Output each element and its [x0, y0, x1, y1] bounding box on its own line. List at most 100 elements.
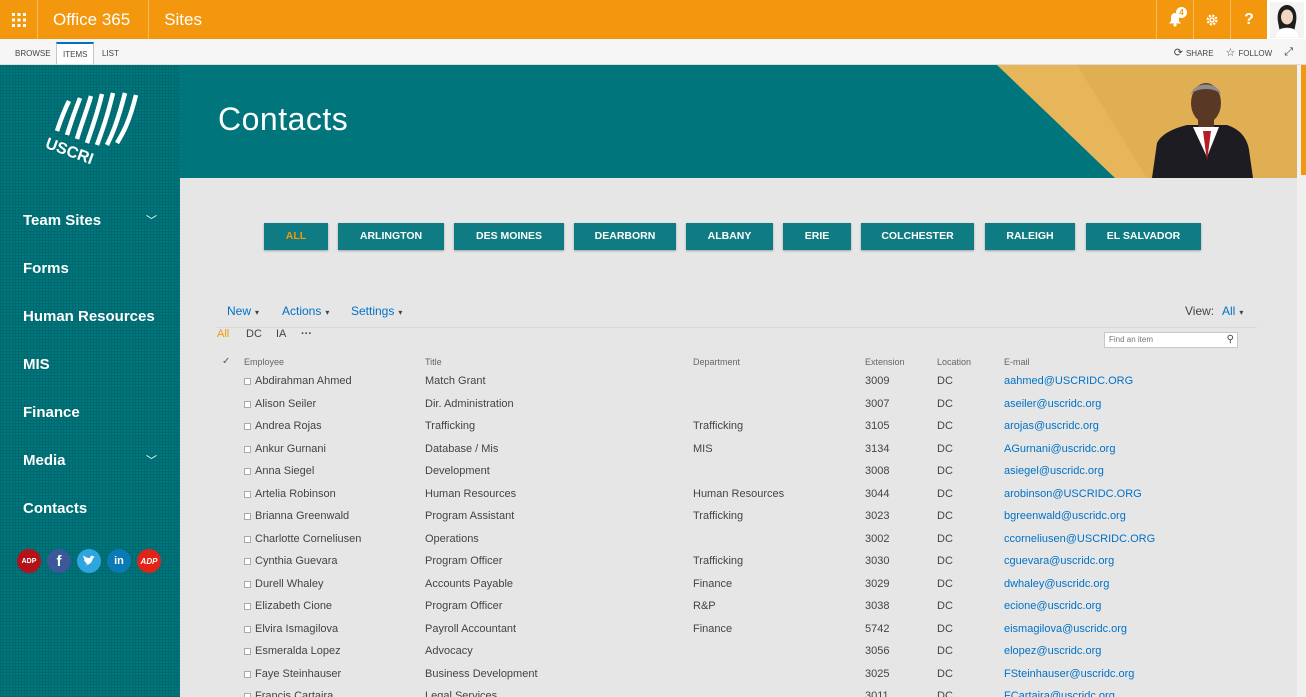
email-link[interactable]: elopez@uscridc.org	[1004, 645, 1101, 657]
search-icon[interactable]: ⚲	[1227, 333, 1234, 347]
table-row[interactable]: Cynthia Guevara Program Officer Traffickin…	[217, 551, 1277, 573]
view-selector[interactable]: All ▾	[1222, 304, 1243, 318]
employee-name[interactable]: Elizabeth Cione	[255, 600, 332, 612]
table-row[interactable]: Abdirahman Ahmed Match Grant 3009 DC aahmed@…	[217, 371, 1277, 393]
table-row[interactable]: Alison Seiler Dir. Administration 3007 DC as…	[217, 394, 1277, 416]
table-row[interactable]: Artelia Robinson Human Resources Human Res…	[217, 484, 1277, 506]
tab-items[interactable]: ITEMS	[56, 42, 95, 64]
filter-colchester[interactable]: COLCHESTER	[861, 223, 974, 250]
view-tab-dc[interactable]: DC	[246, 328, 262, 340]
nav-finance[interactable]: Finance	[23, 404, 163, 421]
table-row[interactable]: Andrea Rojas Trafficking Trafficking 3105 DC…	[217, 416, 1277, 438]
email-link[interactable]: cguevara@uscridc.org	[1004, 555, 1114, 567]
table-row[interactable]: Ankur Gurnani Database / Mis MIS 3134 DC AGur…	[217, 439, 1277, 461]
employee-name[interactable]: Esmeralda Lopez	[255, 645, 341, 657]
row-checkbox[interactable]	[244, 423, 251, 430]
email-link[interactable]: ccorneliusen@USCRIDC.ORG	[1004, 533, 1155, 545]
chevron-down-icon[interactable]: ﹀	[146, 452, 157, 468]
employee-name[interactable]: Charlotte Corneliusen	[255, 533, 361, 545]
email-link[interactable]: bgreenwald@uscridc.org	[1004, 510, 1126, 522]
employee-name[interactable]: Francis Cartaira	[255, 690, 333, 697]
user-avatar[interactable]	[1267, 0, 1306, 39]
employee-name[interactable]: Brianna Greenwald	[255, 510, 349, 522]
email-link[interactable]: ecione@uscridc.org	[1004, 600, 1101, 612]
nav-contacts[interactable]: Contacts	[23, 500, 163, 517]
row-checkbox[interactable]	[244, 693, 251, 697]
nav-media[interactable]: Media ﹀	[23, 452, 163, 469]
column-header-employee[interactable]: Employee	[244, 357, 284, 367]
email-link[interactable]: asiegel@uscridc.org	[1004, 465, 1104, 477]
table-row[interactable]: Francis Cartaira Legal Services 3011 DC FCar…	[217, 686, 1277, 697]
row-checkbox[interactable]	[244, 670, 251, 678]
employee-name[interactable]: Cynthia Guevara	[255, 555, 338, 567]
notifications-button[interactable]: 4	[1156, 0, 1193, 39]
nav-human-resources[interactable]: Human Resources	[23, 308, 163, 325]
row-checkbox[interactable]	[244, 625, 251, 633]
row-checkbox[interactable]	[244, 558, 251, 565]
employee-name[interactable]: Ankur Gurnani	[255, 443, 326, 455]
facebook-icon[interactable]: f	[47, 549, 71, 573]
page-scrollbar-thumb[interactable]	[1301, 65, 1306, 175]
employee-name[interactable]: Abdirahman Ahmed	[255, 375, 352, 387]
table-row[interactable]: Charlotte Corneliusen Operations 3002 DC cco…	[217, 529, 1277, 551]
column-header-department[interactable]: Department	[693, 357, 740, 367]
uscri-logo[interactable]: USCRI	[35, 85, 145, 175]
table-row[interactable]: Faye Steinhauser Business Development 3025…	[217, 664, 1277, 686]
employee-name[interactable]: Anna Siegel	[255, 465, 314, 477]
column-header-extension[interactable]: Extension	[865, 357, 905, 367]
filter-arlington[interactable]: ARLINGTON	[338, 223, 444, 250]
row-checkbox[interactable]	[244, 648, 251, 655]
filter-albany[interactable]: ALBANY	[686, 223, 773, 250]
table-row[interactable]: Elizabeth Cione Program Officer R&P 3038 DC e…	[217, 596, 1277, 618]
filter-raleigh[interactable]: RALEIGH	[985, 223, 1075, 250]
settings-menu-button[interactable]: Settings ▾	[351, 304, 402, 318]
email-link[interactable]: FCartaira@uscridc.org	[1004, 690, 1115, 697]
tab-browse[interactable]: BROWSE	[15, 43, 51, 65]
row-checkbox[interactable]	[244, 400, 251, 408]
adp-alt-icon[interactable]: ADP	[17, 549, 41, 573]
actions-button[interactable]: Actions ▾	[282, 304, 329, 318]
tab-list[interactable]: LIST	[102, 43, 119, 65]
table-row[interactable]: Brianna Greenwald Program Assistant Traffi…	[217, 506, 1277, 528]
employee-name[interactable]: Durell Whaley	[255, 578, 323, 590]
sites-title[interactable]: Sites	[149, 0, 202, 39]
email-link[interactable]: aahmed@USCRIDC.ORG	[1004, 375, 1133, 387]
email-link[interactable]: eismagilova@uscridc.org	[1004, 623, 1127, 635]
help-button[interactable]: ?	[1230, 0, 1267, 39]
table-row[interactable]: Esmeralda Lopez Advocacy 3056 DC elopez@uscr…	[217, 641, 1277, 663]
row-checkbox[interactable]	[244, 603, 251, 610]
chevron-down-icon[interactable]: ﹀	[146, 212, 157, 228]
nav-mis[interactable]: MIS	[23, 356, 163, 373]
linkedin-icon[interactable]: in	[107, 549, 131, 573]
filter-all[interactable]: ALL	[264, 223, 328, 250]
filter-dearborn[interactable]: DEARBORN	[574, 223, 676, 250]
employee-name[interactable]: Faye Steinhauser	[255, 668, 341, 680]
column-header-location[interactable]: Location	[937, 357, 971, 367]
filter-el-salvador[interactable]: EL SALVADOR	[1086, 223, 1201, 250]
focus-content-button[interactable]: ⤢	[1284, 46, 1296, 59]
row-checkbox[interactable]	[244, 535, 251, 543]
column-header-email[interactable]: E-mail	[1004, 357, 1030, 367]
more-views-button[interactable]: ···	[301, 328, 312, 340]
app-launcher-button[interactable]	[0, 0, 38, 39]
table-row[interactable]: Elvira Ismagilova Payroll Accountant Finan…	[217, 619, 1277, 641]
filter-des-moines[interactable]: DES MOINES	[454, 223, 564, 250]
view-tab-ia[interactable]: IA	[276, 328, 286, 340]
search-input[interactable]: Find an item ⚲	[1104, 332, 1238, 348]
table-row[interactable]: Anna Siegel Development 3008 DC asiegel@uscr…	[217, 461, 1277, 483]
employee-name[interactable]: Alison Seiler	[255, 398, 316, 410]
share-button[interactable]: ⟳ SHARE	[1174, 46, 1214, 59]
new-button[interactable]: New ▾	[227, 304, 259, 318]
email-link[interactable]: aseiler@uscridc.org	[1004, 398, 1101, 410]
row-checkbox[interactable]	[244, 468, 251, 475]
column-header-title[interactable]: Title	[425, 357, 442, 367]
row-checkbox[interactable]	[244, 445, 251, 453]
row-checkbox[interactable]	[244, 490, 251, 498]
employee-name[interactable]: Andrea Rojas	[255, 420, 322, 432]
email-link[interactable]: dwhaley@uscridc.org	[1004, 578, 1109, 590]
row-checkbox[interactable]	[244, 378, 251, 385]
table-row[interactable]: Durell Whaley Accounts Payable Finance 3029…	[217, 574, 1277, 596]
email-link[interactable]: AGurnani@uscridc.org	[1004, 443, 1115, 455]
settings-button[interactable]	[1193, 0, 1230, 39]
email-link[interactable]: arobinson@USCRIDC.ORG	[1004, 488, 1142, 500]
